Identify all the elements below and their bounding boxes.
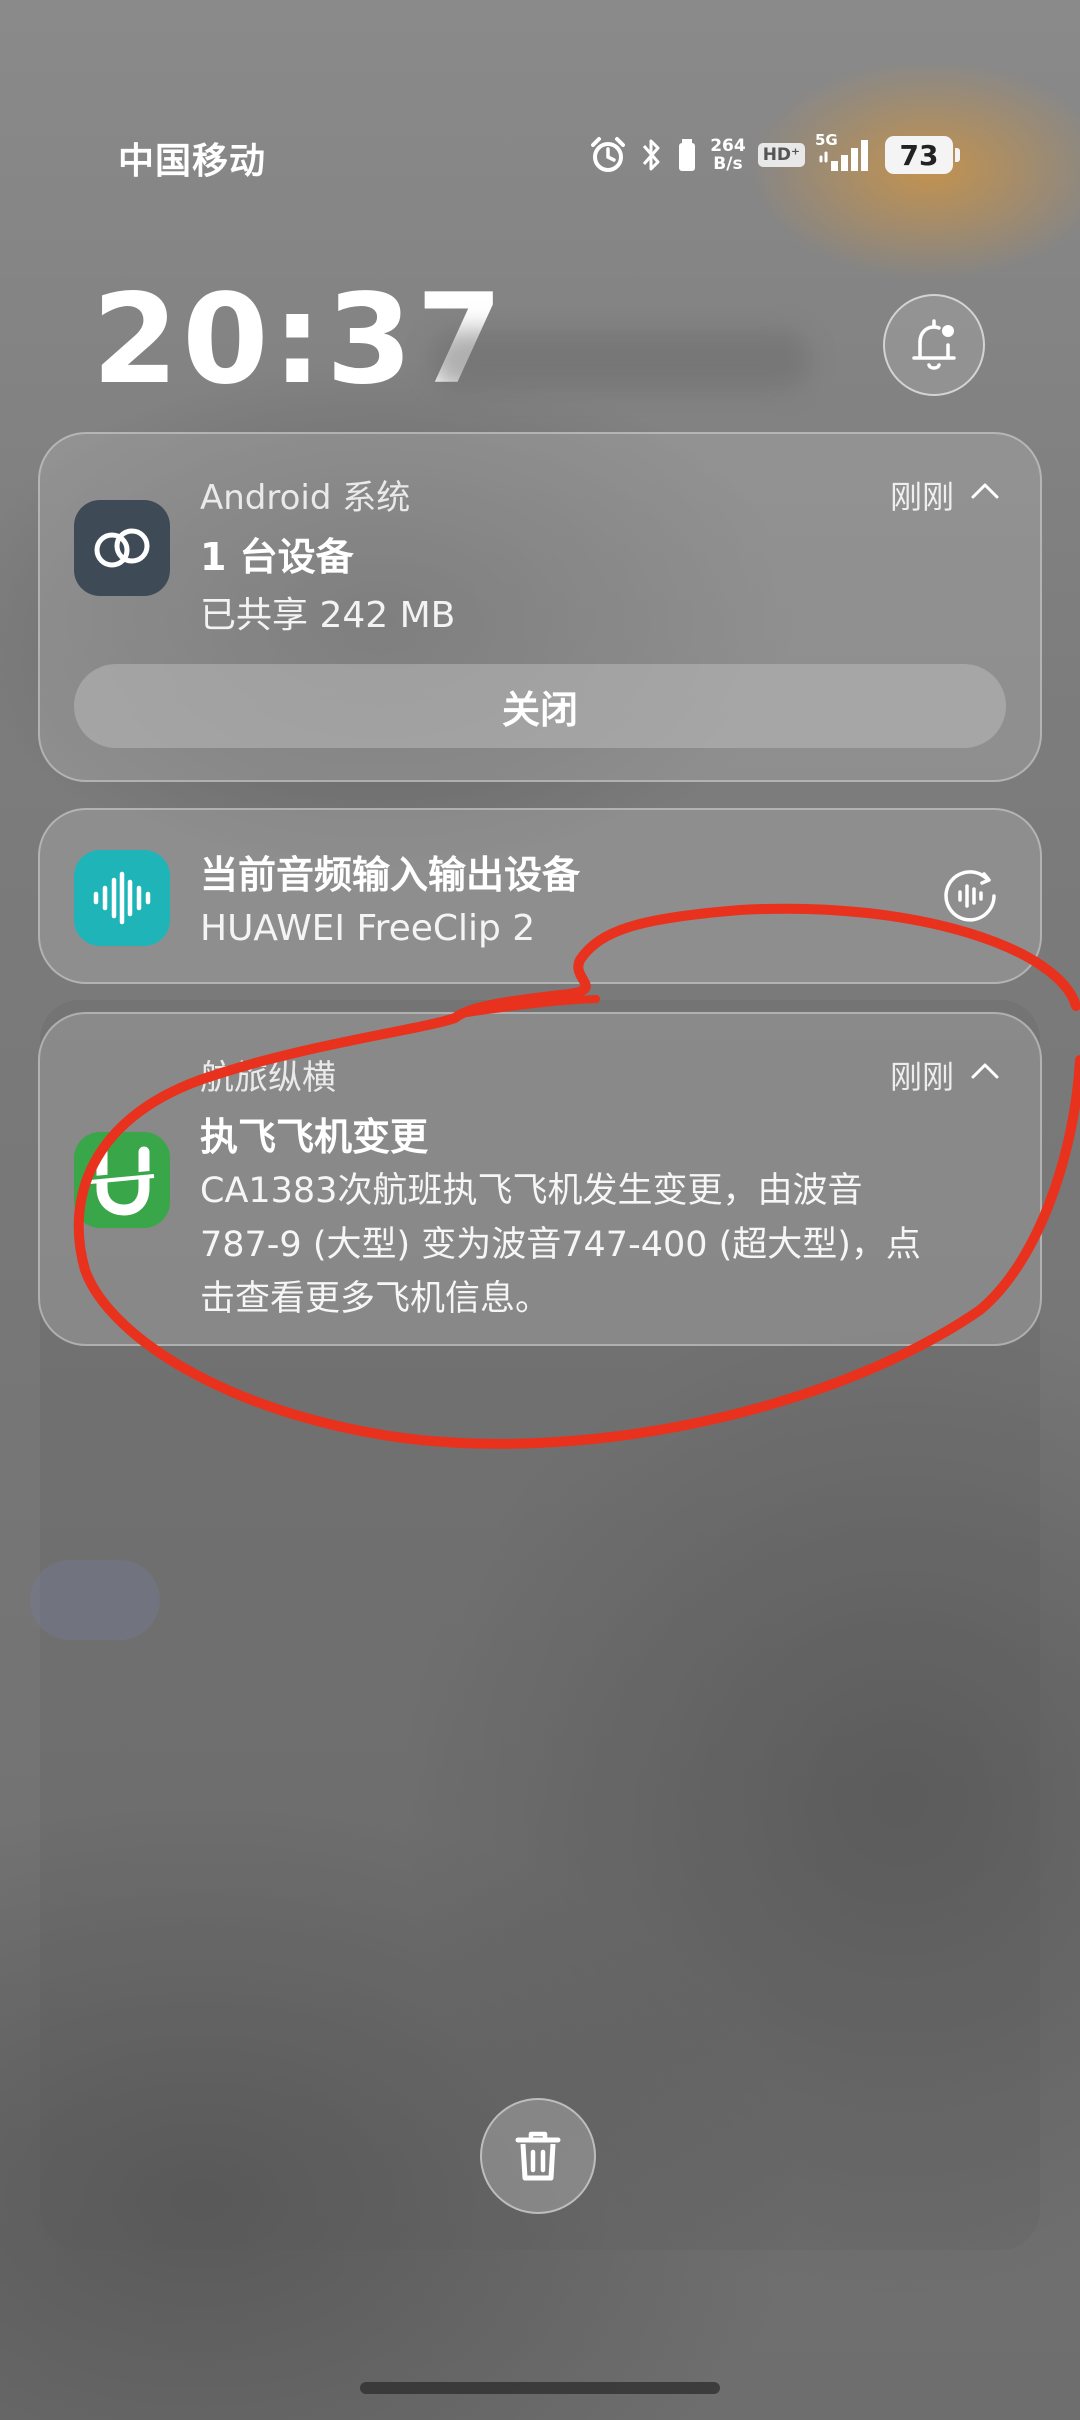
hd-voice-badge: HD⁺ bbox=[757, 143, 805, 167]
notification-time: 刚刚 bbox=[889, 1058, 954, 1096]
carrier-name: 中国移动 bbox=[118, 141, 267, 182]
trash-icon bbox=[515, 2131, 561, 2181]
notification-body-line: 击查看更多飞机信息。 bbox=[200, 1279, 551, 1319]
notification-card-umetrip[interactable]: 航旅纵横 刚刚 执飞飞机变更 CA1383次航班执飞飞机发生变更，由波音 787… bbox=[38, 1012, 1042, 1346]
close-sharing-button[interactable]: 关闭 bbox=[74, 664, 1006, 748]
notification-body-line: 787-9 (大型) 变为波音747-400 (超大型)，点 bbox=[200, 1225, 921, 1265]
notification-title: 执飞飞机变更 bbox=[200, 1115, 429, 1159]
notification-body-line: CA1383次航班执飞飞机发生变更，由波音 bbox=[200, 1171, 863, 1211]
blurred-background-shape bbox=[30, 1560, 160, 1640]
notification-title: 1 台设备 bbox=[200, 535, 354, 579]
notification-time: 刚刚 bbox=[889, 478, 954, 516]
notification-app-name: Android 系统 bbox=[200, 478, 411, 518]
chevron-up-icon[interactable] bbox=[968, 1054, 1002, 1088]
home-indicator[interactable] bbox=[360, 2382, 720, 2394]
alarm-icon bbox=[588, 135, 628, 175]
battery-level: 73 bbox=[885, 136, 953, 174]
notification-app-name: 航旅纵横 bbox=[200, 1058, 336, 1098]
chevron-up-icon[interactable] bbox=[968, 474, 1002, 508]
notification-settings-button[interactable] bbox=[883, 294, 985, 396]
blurred-date-text bbox=[430, 330, 810, 390]
signal-icon: 5G bbox=[815, 131, 873, 175]
network-speed: 264 B/s bbox=[710, 137, 746, 173]
earbuds-battery-icon bbox=[676, 135, 698, 175]
signal-type-label: 5G bbox=[815, 131, 838, 149]
umetrip-icon bbox=[74, 1132, 170, 1228]
battery-icon: 73 bbox=[885, 136, 960, 174]
network-speed-unit: B/s bbox=[713, 154, 743, 174]
status-icons: 264 B/s HD⁺ 5G 73 bbox=[588, 130, 960, 180]
notification-card-android-system[interactable]: Android 系统 刚刚 1 台设备 已共享 242 MB 关闭 bbox=[38, 432, 1042, 782]
notification-card-audio-device[interactable]: 当前音频输入输出设备 HUAWEI FreeClip 2 bbox=[38, 808, 1042, 984]
battery-tip bbox=[955, 148, 960, 162]
notification-body: CA1383次航班执飞飞机发生变更，由波音 787-9 (大型) 变为波音747… bbox=[200, 1164, 1000, 1326]
notification-text: HUAWEI FreeClip 2 bbox=[200, 908, 536, 949]
bluetooth-icon bbox=[640, 135, 664, 175]
clear-all-notifications-button[interactable] bbox=[480, 2098, 596, 2214]
audio-output-switch-icon[interactable] bbox=[938, 864, 1002, 928]
status-bar: 中国移动 264 B/s HD⁺ 5G 73 bbox=[0, 120, 1080, 190]
notification-text: 已共享 242 MB bbox=[200, 595, 456, 636]
network-speed-value: 264 bbox=[710, 136, 746, 156]
bell-icon bbox=[912, 319, 956, 370]
audio-wave-icon bbox=[74, 850, 170, 946]
link-icon bbox=[74, 500, 170, 596]
notification-title: 当前音频输入输出设备 bbox=[200, 853, 581, 897]
